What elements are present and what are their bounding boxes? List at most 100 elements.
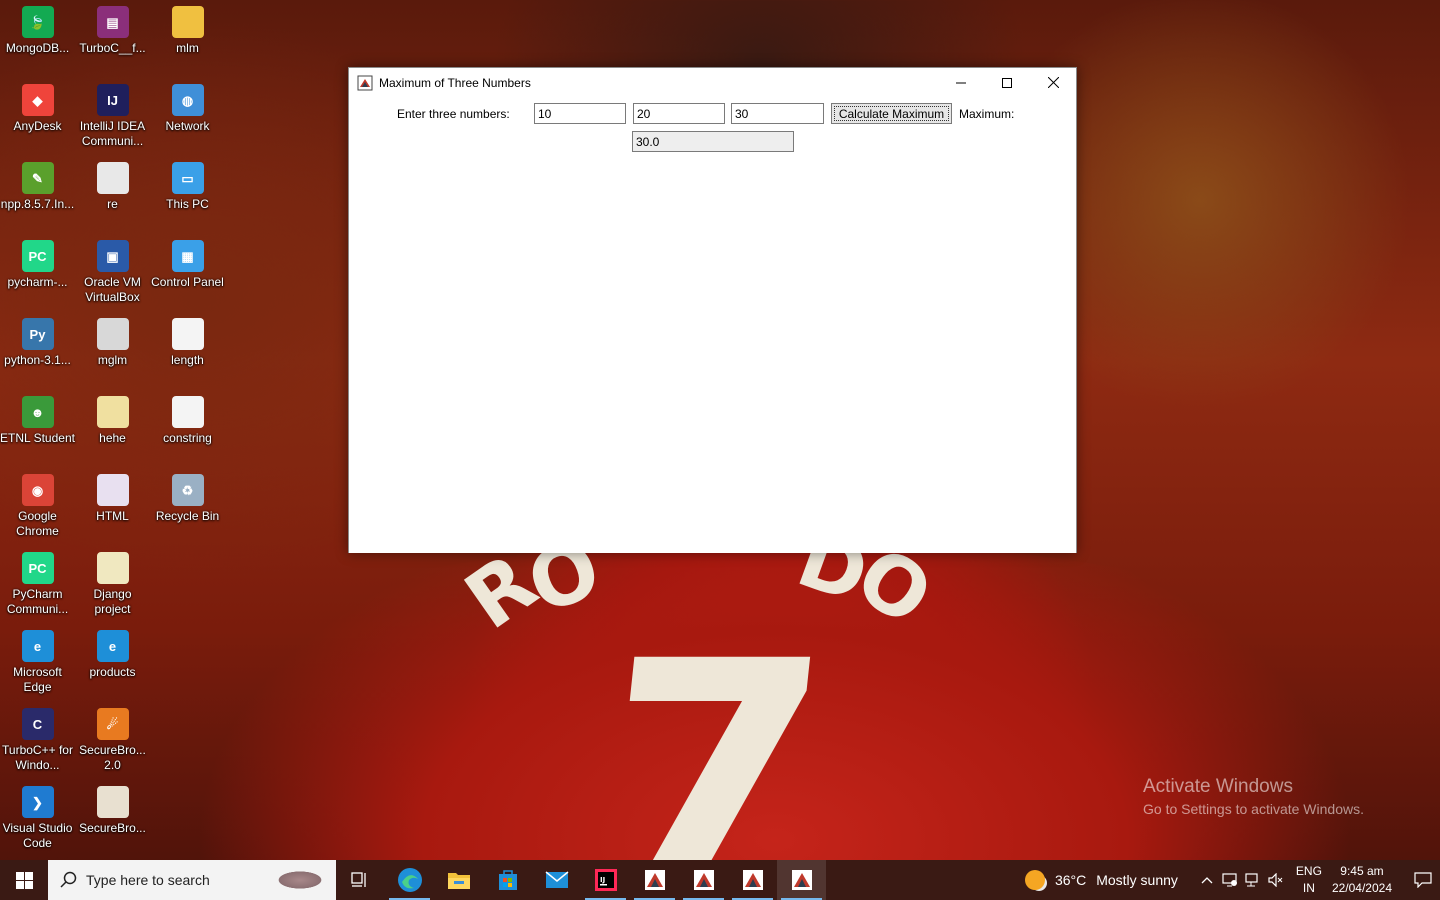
tray-security-button[interactable] <box>1219 860 1242 900</box>
taskbar-java-app-4[interactable] <box>777 860 826 900</box>
weather-sun-icon <box>1024 870 1045 890</box>
desktop-icon[interactable]: Py python-3.1... <box>0 312 75 368</box>
pycharm-installer-icon: PC <box>21 240 54 272</box>
intellij-icon: IJ <box>96 84 129 116</box>
desktop-icon[interactable]: ◆ AnyDesk <box>0 78 75 134</box>
desktop-icon[interactable]: PC PyCharm Communi... <box>0 546 75 617</box>
edge-icon <box>397 868 422 892</box>
weather-widget[interactable]: 36°C Mostly sunny <box>1024 870 1178 890</box>
activate-windows-watermark: Activate Windows Go to Settings to activ… <box>1143 776 1364 817</box>
notification-icon <box>1414 872 1432 888</box>
folder-icon <box>171 6 204 38</box>
show-hidden-icons-button[interactable] <box>1196 860 1219 900</box>
desktop-icon-label: Visual Studio Code <box>2 821 73 850</box>
desktop-icon[interactable]: ♻ Recycle Bin <box>150 468 225 524</box>
desktop-icon[interactable]: SecureBro... <box>75 780 150 836</box>
desktop-icon[interactable]: ▭ This PC <box>150 156 225 212</box>
search-icon <box>60 871 77 888</box>
this-pc-icon: ▭ <box>171 162 204 194</box>
taskbar-file-explorer[interactable] <box>434 860 483 900</box>
region-code: IN <box>1302 881 1315 895</box>
desktop-icon-label: re <box>107 197 118 211</box>
window-titlebar[interactable]: Maximum of Three Numbers <box>349 68 1076 97</box>
java-app-icon <box>357 75 373 90</box>
app-window[interactable]: Maximum of Three Numbers Enter three num… <box>348 67 1077 553</box>
desktop-icon-label: mlm <box>176 41 199 55</box>
mail-icon <box>545 871 568 888</box>
search-highlight-image <box>270 866 328 894</box>
desktop-icon[interactable]: ▣ Oracle VM VirtualBox <box>75 234 150 305</box>
turbocpp-icon: C <box>21 708 54 740</box>
pycharm-icon: PC <box>21 552 54 584</box>
volume-button[interactable] <box>1265 860 1288 900</box>
taskbar-search[interactable]: Type here to search <box>48 860 336 900</box>
desktop-icon-label: npp.8.5.7.In... <box>0 197 75 211</box>
desktop-icon[interactable]: mlm <box>150 0 225 56</box>
desktop-icon-label: products <box>89 665 136 679</box>
task-view-button[interactable] <box>336 860 385 900</box>
notifications-button[interactable] <box>1406 872 1440 888</box>
desktop-icon[interactable]: ☄ SecureBro... 2.0 <box>75 702 150 773</box>
taskbar-java-app-3[interactable] <box>728 860 777 900</box>
windows-logo-icon <box>15 871 33 889</box>
close-button[interactable] <box>1030 68 1076 97</box>
edge-document-icon: e <box>96 630 129 662</box>
number1-input[interactable] <box>534 103 626 124</box>
desktop-icon[interactable]: length <box>150 312 225 368</box>
desktop-icon[interactable]: ✎ npp.8.5.7.In... <box>0 156 75 212</box>
desktop-icon[interactable]: ❯ Visual Studio Code <box>0 780 75 851</box>
desktop-icon-label: This PC <box>166 197 209 211</box>
result-field[interactable] <box>632 131 794 152</box>
desktop-icon[interactable]: constring <box>150 390 225 446</box>
weather-description: Mostly sunny <box>1096 872 1178 888</box>
desktop-icon[interactable]: C TurboC++ for Windo... <box>0 702 75 773</box>
result-label: Maximum: <box>959 107 1015 121</box>
minimize-button[interactable] <box>938 68 984 97</box>
store-icon <box>498 870 517 890</box>
network-icon <box>1245 873 1259 887</box>
desktop-icon-label: Google Chrome <box>16 509 59 538</box>
clock-button[interactable]: 9:45 am 22/04/2024 <box>1332 863 1392 897</box>
desktop-icon[interactable]: 🍃 MongoDB... <box>0 0 75 56</box>
taskbar-edge[interactable] <box>385 860 434 900</box>
clock-date: 22/04/2024 <box>1331 881 1392 895</box>
desktop-icon-label: Control Panel <box>151 275 224 289</box>
calculate-maximum-button[interactable]: Calculate Maximum <box>831 103 952 124</box>
network-status-button[interactable] <box>1242 860 1265 900</box>
number2-input[interactable] <box>633 103 725 124</box>
taskbar-java-app-1[interactable] <box>630 860 679 900</box>
maximize-button[interactable] <box>984 68 1030 97</box>
virtualbox-icon: ▣ <box>96 240 129 272</box>
number3-input[interactable] <box>731 103 824 124</box>
notepadpp-installer-icon: ✎ <box>21 162 54 194</box>
taskbar-java-app-2[interactable] <box>679 860 728 900</box>
chevron-up-icon <box>1201 877 1213 884</box>
taskbar-intellij[interactable]: IJ <box>581 860 630 900</box>
desktop-icon[interactable]: Django project <box>75 546 150 617</box>
desktop-icon-label: AnyDesk <box>13 119 62 133</box>
desktop-icon[interactable]: mglm <box>75 312 150 368</box>
taskbar-mail[interactable] <box>532 860 581 900</box>
desktop-icon[interactable]: ☻ ETNL Student <box>0 390 75 446</box>
desktop-icon[interactable]: IJ IntelliJ IDEA Communi... <box>75 78 150 149</box>
desktop-icon[interactable]: ▦ Control Panel <box>150 234 225 290</box>
desktop-icon-label: Oracle VM VirtualBox <box>84 275 141 304</box>
mongodb-icon: 🍃 <box>21 6 54 38</box>
taskbar-microsoft-store[interactable] <box>483 860 532 900</box>
security-monitor-icon <box>1222 873 1238 887</box>
desktop-icon[interactable]: ◍ Network <box>150 78 225 134</box>
input-language-button[interactable]: ENG IN <box>1296 863 1322 897</box>
desktop-icon[interactable]: PC pycharm-... <box>0 234 75 290</box>
desktop-icon-label: Recycle Bin <box>155 509 220 523</box>
desktop-icon[interactable]: re <box>75 156 150 212</box>
desktop-icon[interactable]: e Microsoft Edge <box>0 624 75 695</box>
file-icon <box>96 786 129 818</box>
desktop-icon[interactable]: HTML <box>75 468 150 524</box>
desktop-icon[interactable]: ◉ Google Chrome <box>0 468 75 539</box>
desktop-icon-label: HTML <box>96 509 129 523</box>
desktop-icon[interactable]: e products <box>75 624 150 680</box>
desktop-icon-label: python-3.1... <box>4 353 71 367</box>
desktop-icon[interactable]: ▤ TurboC__f... <box>75 0 150 56</box>
desktop-icon[interactable]: hehe <box>75 390 150 446</box>
start-button[interactable] <box>0 860 48 900</box>
